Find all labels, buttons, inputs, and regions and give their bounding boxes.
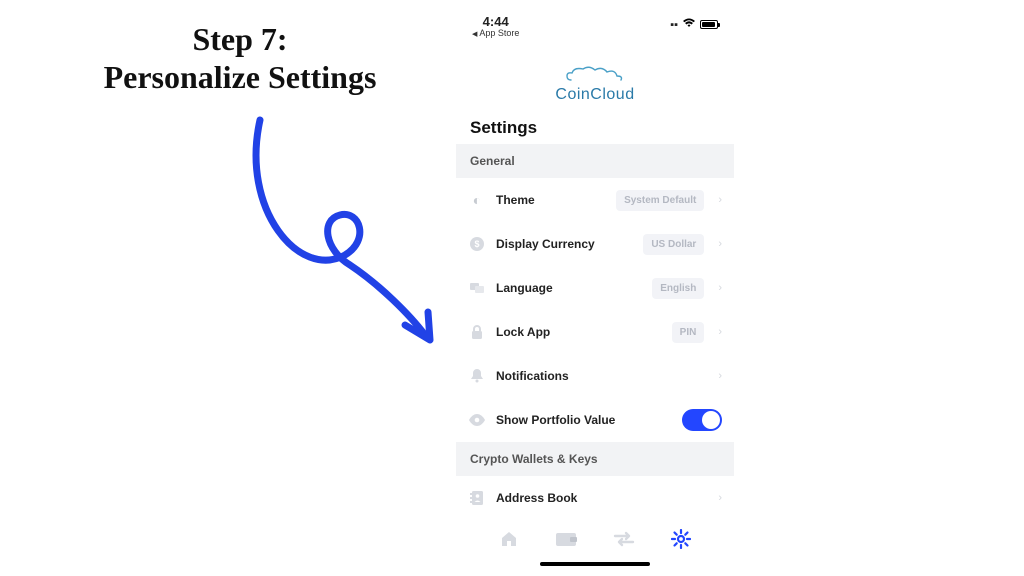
language-icon bbox=[468, 279, 486, 297]
wifi-icon bbox=[682, 18, 696, 31]
home-indicator[interactable] bbox=[540, 562, 650, 566]
row-label: Language bbox=[496, 281, 642, 295]
tab-bar bbox=[456, 521, 734, 558]
tab-settings[interactable] bbox=[667, 529, 695, 554]
chevron-right-icon: › bbox=[718, 194, 722, 206]
row-theme[interactable]: ◐ Theme System Default › bbox=[456, 178, 734, 222]
row-label: Lock App bbox=[496, 325, 662, 339]
row-label: Address Book bbox=[496, 491, 704, 505]
cellular-icon: ▪▪ bbox=[670, 19, 678, 31]
row-lock-app[interactable]: Lock App PIN › bbox=[456, 310, 734, 354]
section-header-general: General bbox=[456, 144, 734, 178]
row-label: Theme bbox=[496, 193, 606, 207]
tutorial-heading: Step 7: Personalize Settings bbox=[60, 20, 420, 97]
row-show-portfolio-value[interactable]: Show Portfolio Value bbox=[456, 398, 734, 442]
chevron-right-icon: › bbox=[718, 238, 722, 250]
page-title: Settings bbox=[456, 110, 734, 144]
row-language[interactable]: Language English › bbox=[456, 266, 734, 310]
address-book-icon bbox=[468, 489, 486, 507]
heading-line1: Step 7: bbox=[192, 21, 287, 57]
row-label: Notifications bbox=[496, 369, 704, 383]
row-display-currency[interactable]: $ Display Currency US Dollar › bbox=[456, 222, 734, 266]
lock-icon bbox=[468, 323, 486, 341]
chevron-right-icon: › bbox=[718, 370, 722, 382]
theme-icon: ◐ bbox=[468, 191, 486, 209]
status-time: 4:44 bbox=[472, 14, 519, 29]
chevron-right-icon: › bbox=[718, 282, 722, 294]
chevron-right-icon: › bbox=[718, 326, 722, 338]
row-value: US Dollar bbox=[643, 234, 704, 255]
battery-icon bbox=[700, 20, 718, 29]
eye-icon bbox=[468, 411, 486, 429]
annotation-arrow bbox=[200, 90, 460, 350]
row-notifications[interactable]: Notifications › bbox=[456, 354, 734, 398]
tab-exchange[interactable] bbox=[610, 531, 638, 552]
row-value: English bbox=[652, 278, 704, 299]
brand-logo: CoinCloud bbox=[456, 38, 734, 110]
tab-home[interactable] bbox=[495, 529, 523, 554]
currency-icon: $ bbox=[468, 235, 486, 253]
row-value: PIN bbox=[672, 322, 705, 343]
portfolio-toggle[interactable] bbox=[682, 409, 722, 431]
phone-screenshot: 4:44 App Store ▪▪ CoinCloud Settings Gen… bbox=[456, 10, 734, 570]
bell-icon bbox=[468, 367, 486, 385]
status-bar: 4:44 App Store ▪▪ bbox=[456, 10, 734, 38]
section-header-wallets: Crypto Wallets & Keys bbox=[456, 442, 734, 476]
svg-text:$: $ bbox=[474, 239, 479, 249]
back-to-app-store[interactable]: App Store bbox=[472, 28, 519, 38]
row-label: Display Currency bbox=[496, 237, 633, 251]
row-address-book[interactable]: Address Book › bbox=[456, 476, 734, 520]
tab-wallet[interactable] bbox=[552, 530, 580, 553]
chevron-right-icon: › bbox=[718, 492, 722, 504]
row-label: Show Portfolio Value bbox=[496, 413, 672, 427]
row-value: System Default bbox=[616, 190, 704, 211]
brand-text: CoinCloud bbox=[555, 86, 634, 104]
